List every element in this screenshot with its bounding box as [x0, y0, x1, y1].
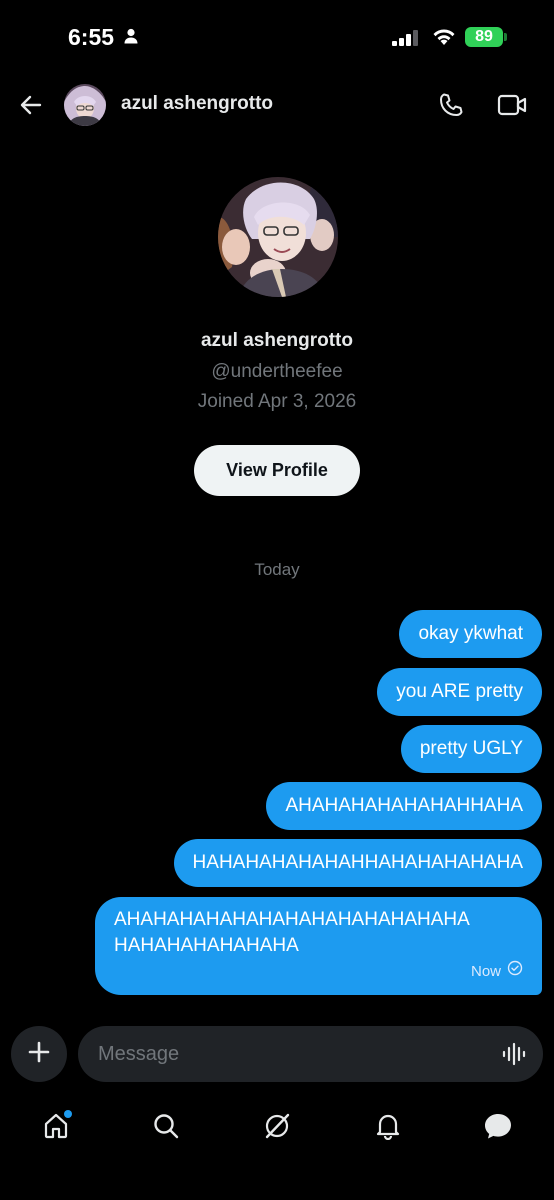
message-bubble[interactable]: pretty UGLY — [400, 725, 542, 773]
messages-icon — [483, 1112, 513, 1145]
person-icon — [124, 28, 138, 49]
message-bubble-last[interactable]: AHAHAHAHAHAHAHAHAHAHAHAHAHA HAHAHAHAHAHA… — [95, 897, 542, 995]
message-bubble[interactable]: okay ykwhat — [399, 610, 542, 658]
day-separator: Today — [254, 560, 300, 579]
avatar[interactable] — [64, 84, 106, 126]
tab-search[interactable] — [146, 1108, 186, 1148]
message-text: AHAHAHAHAHAHAHAHAHAHAHAHAHA HAHAHAHAHAHA… — [114, 909, 469, 956]
wifi-icon — [432, 28, 456, 51]
message-bubble[interactable]: HAHAHAHAHAHAHHAHAHAHAHAHA — [173, 839, 542, 887]
message-meta: Now — [114, 959, 523, 985]
bell-icon — [374, 1112, 402, 1145]
view-profile-button[interactable]: View Profile — [194, 445, 360, 496]
status-time: 6:55 — [68, 24, 115, 50]
profile-joined-date: Joined Apr 3, 2026 — [197, 391, 357, 412]
message-input[interactable] — [98, 1026, 488, 1082]
message-composer — [78, 1026, 543, 1082]
profile-handle: @undertheefee — [211, 361, 343, 382]
video-icon[interactable] — [497, 93, 527, 122]
add-attachment-button[interactable] — [11, 1026, 67, 1082]
profile-avatar[interactable] — [218, 177, 338, 297]
message-bubble[interactable]: you ARE pretty — [377, 668, 542, 716]
arrow-left-icon[interactable] — [18, 92, 44, 123]
profile-name: azul ashengrotto — [200, 330, 353, 351]
signal-icon — [392, 30, 420, 51]
search-icon — [152, 1112, 180, 1145]
grok-icon — [262, 1111, 292, 1146]
tab-grok[interactable] — [257, 1108, 297, 1148]
notification-dot — [64, 1110, 72, 1118]
tab-home[interactable] — [36, 1108, 76, 1148]
status-bar: 6:55 89 — [0, 0, 554, 76]
message-bubble[interactable]: AHAHAHAHAHAHAHHAHA — [266, 782, 542, 830]
conversation-header: azul ashengrotto — [0, 80, 554, 130]
message-timestamp: Now — [470, 963, 501, 980]
bottom-tab-bar — [0, 1100, 554, 1160]
seen-check-icon — [507, 959, 523, 985]
plus-icon — [27, 1040, 51, 1069]
waveform-icon[interactable] — [501, 1042, 527, 1071]
phone-icon[interactable] — [438, 92, 464, 123]
battery-indicator: 89 — [465, 27, 507, 47]
header-name[interactable]: azul ashengrotto — [121, 93, 273, 115]
tab-notifications[interactable] — [368, 1108, 408, 1148]
tab-messages[interactable] — [478, 1108, 518, 1148]
